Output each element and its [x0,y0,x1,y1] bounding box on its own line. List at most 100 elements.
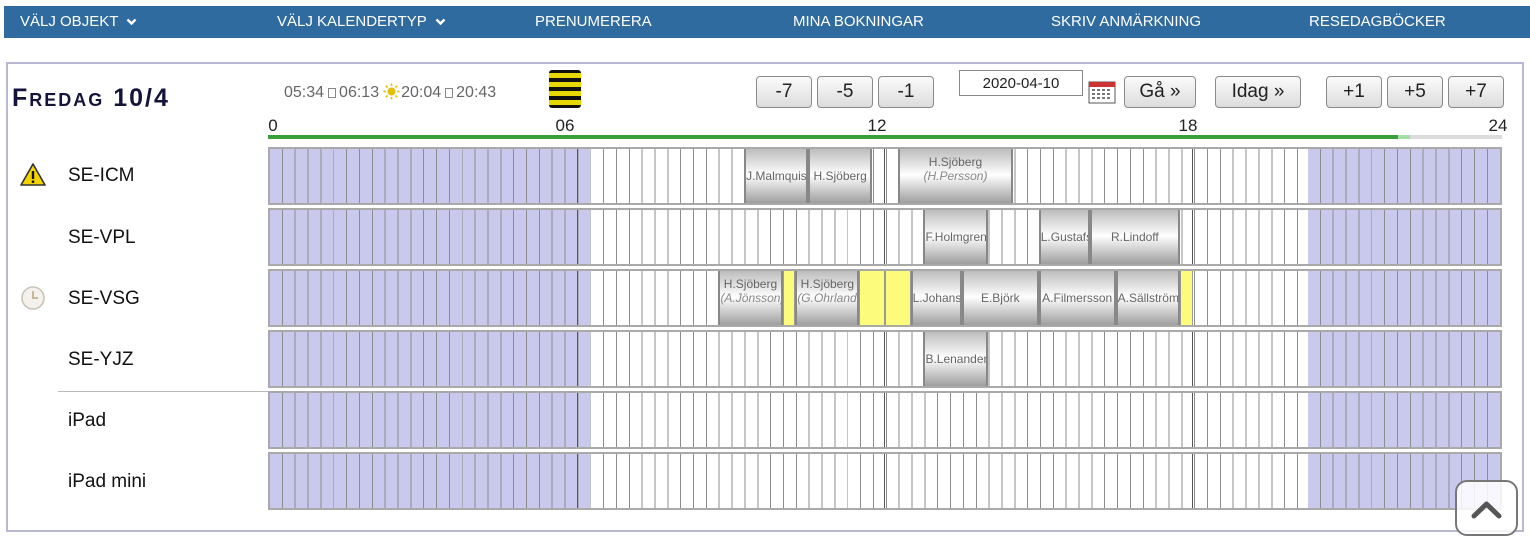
warning-icon[interactable] [20,162,46,188]
plus-5-days-button[interactable]: +5 [1387,76,1443,108]
nav-my-bookings[interactable]: MINA BOKNINGAR [793,6,924,38]
booking-substitute: (H.Persson) [923,169,988,183]
twilight-icon [445,88,454,98]
track-se-yjz[interactable]: B.Lenander [268,330,1502,388]
hour-gridline [1191,332,1193,386]
hour-gridline [1191,149,1193,203]
booking-block[interactable]: E.Björk [961,271,1039,325]
top-navigation-bar: VÄLJ OBJEKT VÄLJ KALENDERTYP PRENUMERERA… [4,6,1530,38]
calendar-icon[interactable] [1088,80,1116,104]
night-shading [270,149,590,203]
hour-gridline [1191,393,1193,447]
nav-subscribe[interactable]: PRENUMERERA [535,6,652,38]
hour-gridline [576,149,578,203]
hour-gridline [576,210,578,264]
booking-name: B.Lenander [925,352,988,366]
minus-5-days-button[interactable]: -5 [817,76,873,108]
hour-gridline [884,454,885,508]
time-axis: 0 06 12 18 24 [268,114,1507,144]
row-label-se-icm[interactable]: SE-ICM [68,165,135,187]
sunrise-time: 06:13 [339,84,380,101]
clock-icon[interactable] [20,285,46,311]
pending-slot[interactable] [1179,271,1193,325]
hour-gridline [884,393,885,447]
chevron-up-icon [1471,501,1502,519]
dawn-time: 05:34 [284,84,325,101]
booking-name: A.Filmersson [1042,291,1113,305]
night-shading [1307,149,1500,203]
booking-name: H.Sjöberg [928,155,983,169]
row-label-se-vsg[interactable]: SE-VSG [68,288,140,310]
booking-name: L.Gustafsson [1040,230,1088,244]
night-shading [270,393,590,447]
booking-block[interactable]: H.Sjöberg(G.Ohrlander) [795,271,860,325]
booking-block[interactable]: F.Holmgren [923,210,988,264]
booking-block[interactable]: B.Lenander [923,332,988,386]
pending-slot[interactable] [885,271,911,325]
pending-slot[interactable] [859,271,885,325]
go-button[interactable]: Gå » [1124,76,1196,108]
hour-gridline [884,210,885,264]
hour-gridline [884,149,885,203]
sun-times: 05:34 06:13 20:04 20:43 [284,83,496,105]
booking-block[interactable]: A.Filmersson [1038,271,1116,325]
track-se-vpl[interactable]: F.Holmgren L.Gustafsson R.Lindoff [268,208,1502,266]
row-label-se-yjz[interactable]: SE-YJZ [68,349,133,371]
striped-yellow-black-icon[interactable] [549,70,581,108]
tick-label: 12 [867,116,887,135]
minus-1-day-button[interactable]: -1 [878,76,934,108]
booking-name: R.Lindoff [1110,230,1159,244]
date-field[interactable] [959,70,1083,96]
night-shading [270,271,590,325]
booking-block[interactable]: H.Sjöberg (A.Jönsson) [718,271,783,325]
row-label-ipad[interactable]: iPad [68,410,106,432]
booking-name: E.Björk [980,291,1020,305]
booking-name: H.Sjöberg [723,277,778,291]
tick-label: 06 [555,116,575,135]
booking-block[interactable]: R.Lindoff [1090,210,1180,264]
hour-gridline [576,271,578,325]
booking-name: J.Malmquist [746,169,809,183]
booking-block[interactable]: H.Sjöberg (H.Persson) [897,149,1014,203]
track-ipad-mini[interactable] [268,452,1502,510]
booking-block[interactable]: H.Sjöberg [808,149,873,203]
sunset-time: 20:04 [401,84,442,101]
plus-7-days-button[interactable]: +7 [1448,76,1504,108]
dusk-time: 20:43 [456,84,497,101]
row-label-ipad-mini[interactable]: iPad mini [68,471,146,493]
booking-substitute: (G.Ohrlander) [797,291,857,305]
elapsed-time-bar [268,135,1398,139]
chevron-down-icon [126,6,137,38]
track-ipad[interactable] [268,391,1502,449]
track-se-icm[interactable]: J.Malmquist H.Sjöberg H.Sjöberg (H.Persson) [268,147,1502,205]
row-label-se-vpl[interactable]: SE-VPL [68,227,136,249]
night-shading [270,210,590,264]
booking-block[interactable]: A.Sällström [1115,271,1180,325]
scroll-to-top-button[interactable] [1455,480,1518,536]
hour-gridline [1191,454,1193,508]
minus-7-days-button[interactable]: -7 [756,76,812,108]
night-shading [1307,332,1500,386]
track-se-vsg[interactable]: H.Sjöberg(A.Jönsson)H.Sjöberg(G.Ohrlande… [268,269,1502,327]
pending-slot[interactable] [782,271,796,325]
night-shading [270,454,590,508]
tick-label: 0 [268,116,278,135]
today-button[interactable]: Idag » [1215,76,1301,108]
current-time-marker [1398,135,1410,139]
booking-name: H.Sjöberg [813,169,867,183]
booking-name: F.Holmgren [925,230,987,244]
night-shading [270,332,590,386]
hour-gridline [1191,210,1193,264]
nav-write-remark[interactable]: SKRIV ANMÄRKNING [1051,6,1201,38]
booking-block[interactable]: L.Gustafsson [1038,210,1090,264]
plus-1-day-button[interactable]: +1 [1326,76,1382,108]
booking-block[interactable]: L.Johansson [910,271,962,325]
nav-travel-logs[interactable]: RESEDAGBÖCKER [1309,6,1446,38]
night-shading [1307,393,1500,447]
booking-block[interactable]: J.Malmquist [744,149,809,203]
nav-select-object[interactable]: VÄLJ OBJEKT [20,6,137,38]
booking-name: L.Johansson [912,291,962,305]
nav-select-calendar-type[interactable]: VÄLJ KALENDERTYP [277,6,446,38]
hour-gridline [576,393,578,447]
night-shading [1307,271,1500,325]
